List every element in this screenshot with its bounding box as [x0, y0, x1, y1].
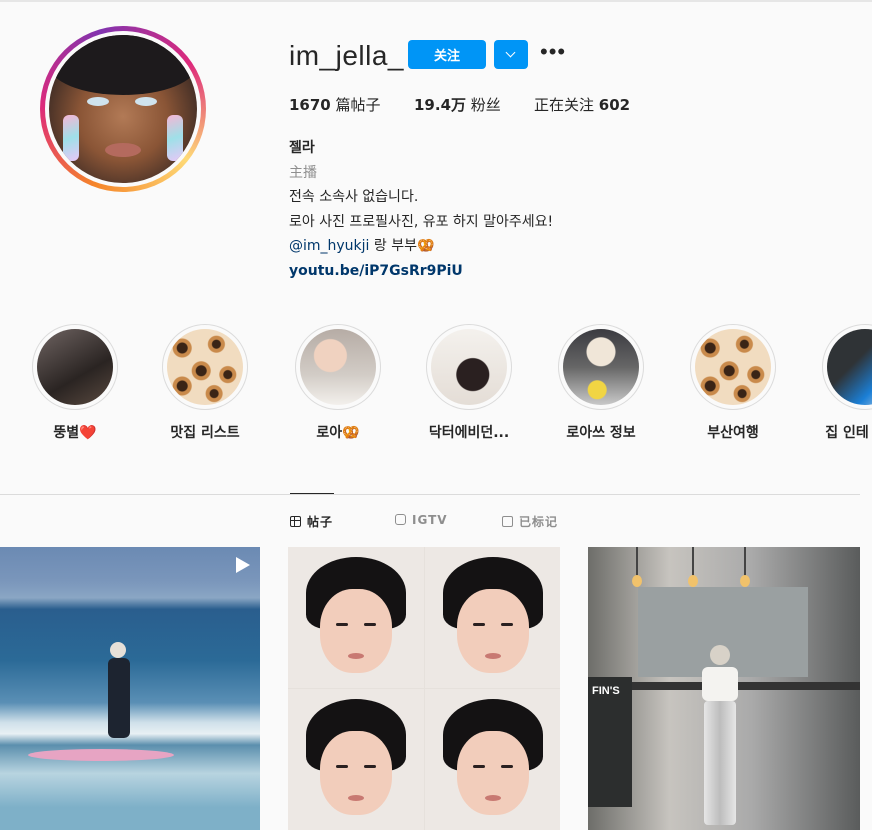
top-divider: [0, 0, 872, 2]
highlight-label: 로아쓰 정보: [566, 425, 636, 441]
post-thumbnail[interactable]: [0, 547, 260, 830]
bio-line: @im_hyukji 랑 부부🥨: [289, 238, 435, 254]
earring: [63, 115, 79, 161]
tabs-divider: [0, 494, 860, 495]
highlight-item[interactable]: 집 인테: [806, 324, 872, 454]
person-figure: [698, 645, 742, 825]
highlight-cover: [822, 324, 872, 410]
cafe-bar: [632, 682, 860, 690]
surfer-figure: [104, 642, 144, 752]
grid-icon: [290, 516, 301, 527]
surfboard: [28, 749, 174, 761]
lamp: [740, 547, 750, 587]
profile-bio: 젤라 主播 전속 소속사 없습니다. 로아 사진 프로필사진, 유포 하지 말아…: [289, 136, 553, 283]
tagged-icon: [502, 516, 513, 527]
more-options-icon[interactable]: •••: [540, 41, 566, 66]
post-thumbnail[interactable]: FIN'S: [588, 547, 860, 830]
profile-username: im_jella_: [289, 40, 404, 71]
follow-button[interactable]: 关注: [408, 40, 486, 69]
profile-category: 主播: [289, 164, 317, 181]
highlight-label: 부산여행: [707, 425, 759, 441]
cafe-sign: FIN'S: [588, 677, 632, 807]
post-thumbnail[interactable]: [288, 547, 560, 830]
highlight-cover: [690, 324, 776, 410]
highlight-cover: [426, 324, 512, 410]
igtv-icon: [395, 514, 406, 525]
tab-igtv[interactable]: IGTV: [395, 513, 448, 527]
posts-stat: 1670 篇帖子: [289, 96, 381, 114]
highlight-cover: [32, 324, 118, 410]
bio-line: 전속 소속사 없습니다.: [289, 189, 419, 205]
tab-tagged[interactable]: 已标记: [502, 513, 558, 530]
earring: [167, 115, 183, 161]
highlight-cover: [558, 324, 644, 410]
highlight-label: 뚱별❤️: [53, 425, 97, 441]
highlight-label: 로아🥨: [316, 425, 360, 441]
lamp: [632, 547, 642, 587]
highlight-cover: [295, 324, 381, 410]
lamp: [688, 547, 698, 587]
avatar: [49, 35, 197, 183]
bio-external-link[interactable]: youtu.be/iP7GsRr9PiU: [289, 259, 553, 284]
highlight-label: 닥터에비던...: [428, 425, 510, 441]
play-icon: [236, 557, 250, 573]
active-tab-indicator: [290, 493, 334, 494]
bio-line: 로아 사진 프로필사진, 유포 하지 말아주세요!: [289, 213, 554, 230]
following-stat[interactable]: 正在关注 602: [534, 94, 630, 115]
tab-posts[interactable]: 帖子: [290, 513, 333, 530]
chevron-down-icon: [505, 47, 516, 58]
mention-link[interactable]: @im_hyukji: [289, 238, 369, 254]
followers-stat[interactable]: 19.4万 粉丝: [414, 94, 501, 115]
highlight-label: 맛집 리스트: [170, 425, 240, 441]
highlight-label: 집 인테: [825, 425, 869, 441]
profile-full-name: 젤라: [289, 140, 315, 156]
suggested-accounts-button[interactable]: [494, 40, 528, 69]
highlight-cover: [162, 324, 248, 410]
profile-avatar-story-ring[interactable]: [40, 26, 206, 192]
